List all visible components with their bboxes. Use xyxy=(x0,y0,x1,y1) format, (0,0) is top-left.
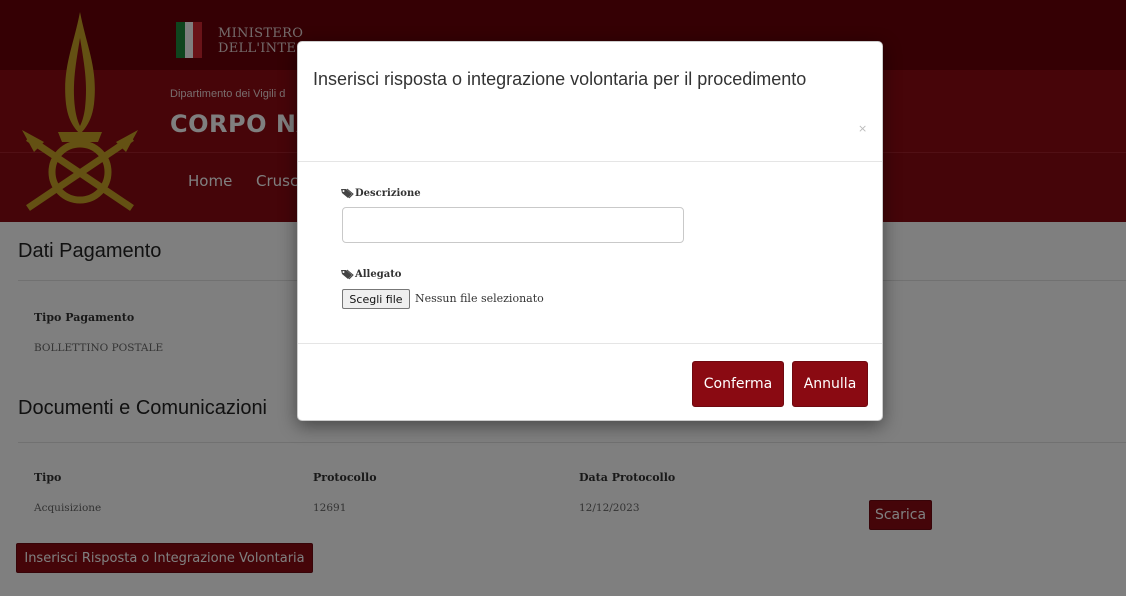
modal-title: Inserisci risposta o integrazione volont… xyxy=(313,69,807,89)
modal-footer-divider xyxy=(298,343,882,344)
allegato-label-text: Allegato xyxy=(355,269,402,280)
close-icon[interactable]: × xyxy=(858,122,867,135)
descrizione-label-text: Descrizione xyxy=(355,188,421,199)
allegato-label: Allegato xyxy=(341,269,401,280)
file-status-text: Nessun file selezionato xyxy=(415,292,544,305)
modal-header-divider xyxy=(298,161,882,162)
annulla-button[interactable]: Annulla xyxy=(792,361,868,407)
descrizione-label: Descrizione xyxy=(341,188,421,199)
descrizione-input[interactable] xyxy=(342,207,684,243)
risposta-modal: Inserisci risposta o integrazione volont… xyxy=(297,41,883,421)
choose-file-button[interactable]: Scegli file xyxy=(342,289,410,309)
tag-icon xyxy=(341,269,354,280)
conferma-button[interactable]: Conferma xyxy=(692,361,784,407)
tag-icon xyxy=(341,188,354,199)
